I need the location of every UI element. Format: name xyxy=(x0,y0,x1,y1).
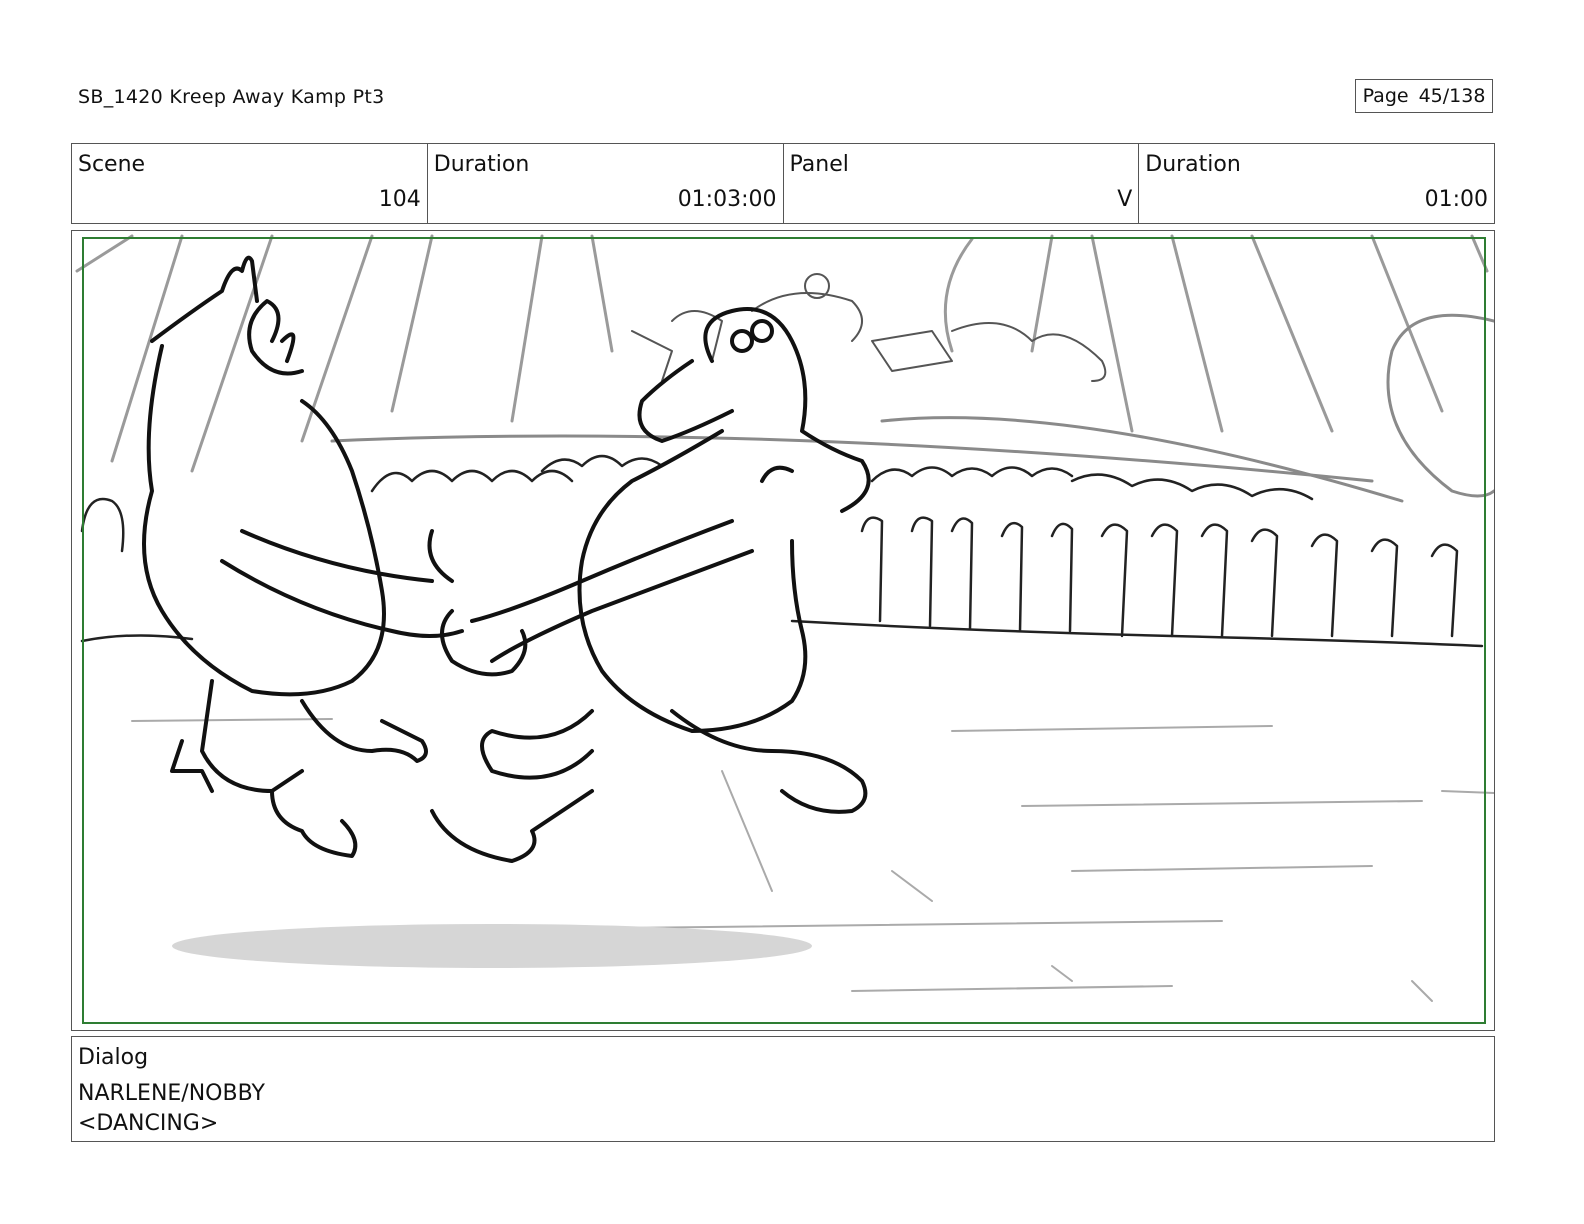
page-number: 45/138 xyxy=(1418,85,1486,107)
scene-info-table: Scene 104 Duration 01:03:00 Panel V Dura… xyxy=(71,143,1495,224)
panel-duration-label: Duration xyxy=(1145,152,1241,177)
dialog-action: <DANCING> xyxy=(78,1111,219,1136)
dialog-speaker: NARLENE/NOBBY xyxy=(78,1081,265,1106)
storyboard-sketch xyxy=(75,234,1494,1002)
dialog-label: Dialog xyxy=(78,1045,149,1070)
scene-value: 104 xyxy=(378,187,421,212)
left-character xyxy=(142,255,464,858)
scene-label: Scene xyxy=(78,152,146,177)
panel-duration-value: 01:00 xyxy=(1424,187,1488,212)
panel-value: V xyxy=(1117,187,1133,212)
panel-label: Panel xyxy=(789,152,849,177)
page-label: Page xyxy=(1362,85,1409,107)
floor-shadow xyxy=(172,924,812,968)
panel-cell: Panel V xyxy=(784,144,1140,223)
stage-equipment xyxy=(631,273,1107,382)
panel-duration-cell: Duration 01:00 xyxy=(1139,144,1494,223)
scene-duration-cell: Duration 01:03:00 xyxy=(428,144,784,223)
page-indicator: Page 45/138 xyxy=(1355,79,1493,113)
scene-duration-label: Duration xyxy=(433,152,530,177)
scene-duration-value: 01:03:00 xyxy=(677,187,777,212)
storyboard-panel xyxy=(71,230,1495,1031)
right-character xyxy=(427,307,871,863)
scene-cell: Scene 104 xyxy=(72,144,428,223)
dialog-box: Dialog NARLENE/NOBBY <DANCING> xyxy=(71,1036,1495,1142)
doc-title: SB_1420 Kreep Away Kamp Pt3 xyxy=(78,86,385,108)
